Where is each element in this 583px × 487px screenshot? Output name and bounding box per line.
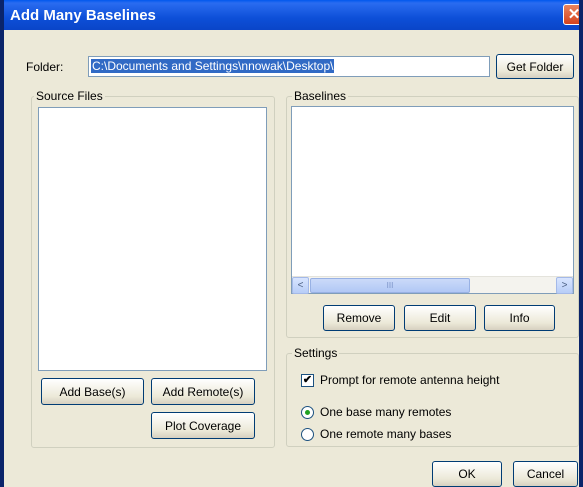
baselines-legend: Baselines (292, 89, 349, 103)
prompt-antenna-checkbox[interactable]: ✔ (301, 374, 314, 387)
baselines-list[interactable]: < III > (291, 106, 574, 294)
add-remote-button[interactable]: Add Remote(s) (151, 378, 255, 405)
remove-button[interactable]: Remove (323, 305, 395, 331)
ok-button[interactable]: OK (432, 461, 502, 487)
add-base-button[interactable]: Add Base(s) (41, 378, 144, 405)
settings-legend: Settings (292, 346, 340, 360)
radio-one-base-many-remotes[interactable] (301, 406, 314, 419)
radio-one-remote-many-bases[interactable] (301, 428, 314, 441)
radio-label-one-base[interactable]: One base many remotes (320, 405, 451, 419)
checkmark-icon: ✔ (302, 374, 313, 386)
source-files-list[interactable] (38, 107, 267, 371)
dialog-window: Add Many Baselines ✕ Folder: C:\Document… (0, 0, 583, 487)
get-folder-button[interactable]: Get Folder (496, 54, 574, 79)
scroll-left-icon[interactable]: < (292, 277, 309, 294)
close-button[interactable]: ✕ (563, 4, 579, 25)
source-files-legend: Source Files (34, 89, 105, 103)
info-button[interactable]: Info (484, 305, 555, 331)
folder-path-input[interactable]: C:\Documents and Settings\nnowak\Desktop… (88, 56, 490, 77)
folder-path-value: C:\Documents and Settings\nnowak\Desktop… (91, 59, 335, 73)
scroll-thumb[interactable]: III (310, 278, 470, 293)
close-icon[interactable]: ✕ (568, 6, 579, 23)
scroll-right-icon[interactable]: > (556, 277, 573, 294)
cancel-button[interactable]: Cancel (513, 461, 578, 487)
folder-label: Folder: (26, 60, 64, 74)
title-bar[interactable]: Add Many Baselines ✕ (4, 0, 579, 30)
radio-label-one-remote[interactable]: One remote many bases (320, 427, 451, 441)
plot-coverage-button[interactable]: Plot Coverage (151, 412, 255, 439)
window-title: Add Many Baselines (10, 7, 156, 24)
baselines-horizontal-scrollbar[interactable]: < III > (292, 276, 573, 294)
edit-button[interactable]: Edit (404, 305, 476, 331)
prompt-antenna-label[interactable]: Prompt for remote antenna height (320, 373, 499, 387)
